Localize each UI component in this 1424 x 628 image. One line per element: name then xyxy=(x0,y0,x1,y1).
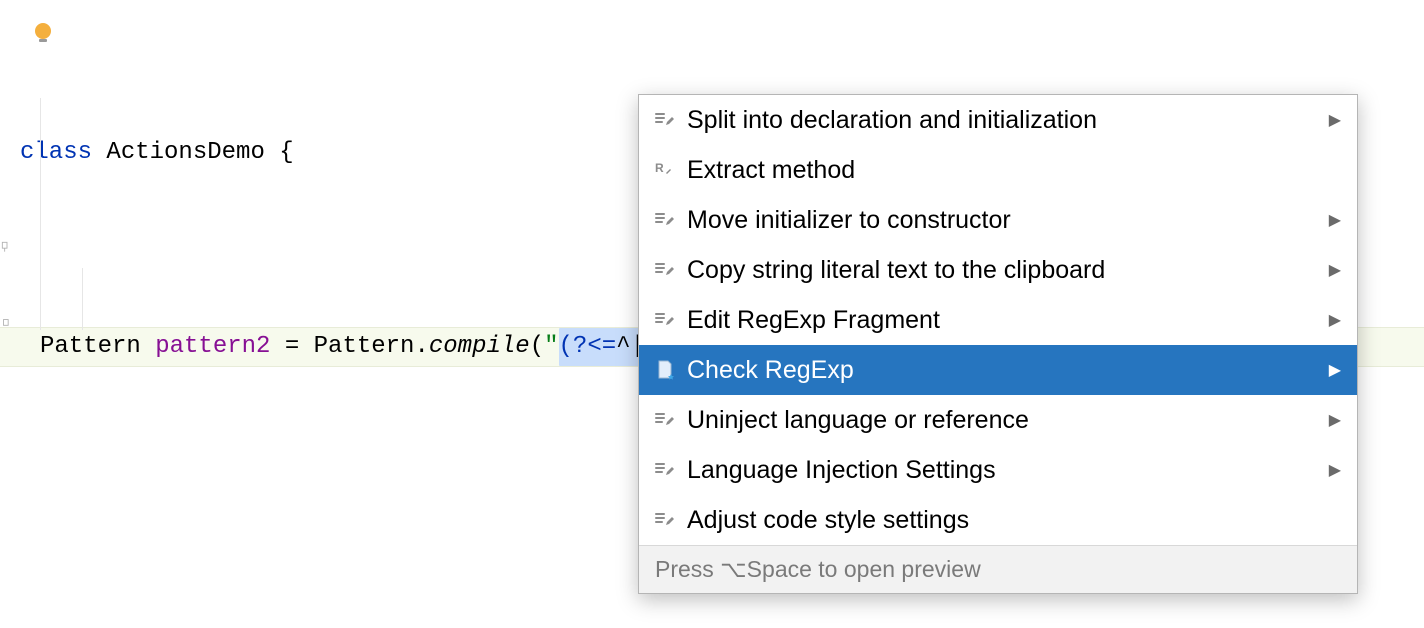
menu-item-code-style[interactable]: Adjust code style settings xyxy=(639,495,1357,545)
chevron-right-icon: ▶ xyxy=(1323,110,1341,130)
pencil-icon xyxy=(653,508,687,532)
assign: = Pattern. xyxy=(270,328,428,366)
pencil-icon xyxy=(653,258,687,282)
string-quote: " xyxy=(544,328,558,366)
regex-group-open: (?<= xyxy=(559,333,617,360)
pencil-icon xyxy=(653,408,687,432)
menu-item-label: Move initializer to constructor xyxy=(687,206,1323,235)
menu-item-uninject[interactable]: Uninject language or reference ▶ xyxy=(639,395,1357,445)
var-name: pattern2 xyxy=(155,328,270,366)
menu-item-label: Uninject language or reference xyxy=(687,406,1323,435)
menu-item-edit-regexp[interactable]: Edit RegExp Fragment ▶ xyxy=(639,295,1357,345)
chevron-right-icon: ▶ xyxy=(1323,360,1341,380)
menu-item-label: Edit RegExp Fragment xyxy=(687,306,1323,335)
chevron-right-icon: ▶ xyxy=(1323,260,1341,280)
paren-open: ( xyxy=(530,328,544,366)
menu-item-check-regexp[interactable]: Check RegExp ▶ xyxy=(639,345,1357,395)
file-star-icon xyxy=(653,358,687,382)
intention-actions-popup: Split into declaration and initializatio… xyxy=(638,94,1358,594)
intention-bulb-icon[interactable] xyxy=(30,20,56,46)
menu-item-extract-method[interactable]: R Extract method xyxy=(639,145,1357,195)
menu-item-injection-settings[interactable]: Language Injection Settings ▶ xyxy=(639,445,1357,495)
menu-item-label: Split into declaration and initializatio… xyxy=(687,106,1323,135)
menu-item-label: Language Injection Settings xyxy=(687,456,1323,485)
class-decl: ActionsDemo { xyxy=(92,134,294,172)
refactor-icon: R xyxy=(653,158,687,182)
chevron-right-icon: ▶ xyxy=(1323,310,1341,330)
svg-text:R: R xyxy=(655,161,664,175)
keyword-class: class xyxy=(20,134,92,172)
menu-item-label: Extract method xyxy=(687,156,1323,185)
indent-guide xyxy=(40,98,41,330)
chevron-right-icon: ▶ xyxy=(1323,210,1341,230)
type-name: Pattern xyxy=(40,328,155,366)
menu-item-split-declaration[interactable]: Split into declaration and initializatio… xyxy=(639,95,1357,145)
pencil-icon xyxy=(653,208,687,232)
popup-footer-hint: Press ⌥Space to open preview xyxy=(639,545,1357,593)
chevron-right-icon: ▶ xyxy=(1323,460,1341,480)
menu-item-move-initializer[interactable]: Move initializer to constructor ▶ xyxy=(639,195,1357,245)
menu-item-label: Copy string literal text to the clipboar… xyxy=(687,256,1323,285)
chevron-right-icon: ▶ xyxy=(1323,410,1341,430)
menu-item-copy-string[interactable]: Copy string literal text to the clipboar… xyxy=(639,245,1357,295)
menu-item-label: Check RegExp xyxy=(687,356,1323,385)
regex-caret: ^ xyxy=(616,333,630,360)
pencil-icon xyxy=(653,458,687,482)
method-compile: compile xyxy=(429,328,530,366)
pencil-icon xyxy=(653,308,687,332)
indent-guide xyxy=(82,268,83,330)
pencil-icon xyxy=(653,108,687,132)
menu-item-label: Adjust code style settings xyxy=(687,506,1323,535)
